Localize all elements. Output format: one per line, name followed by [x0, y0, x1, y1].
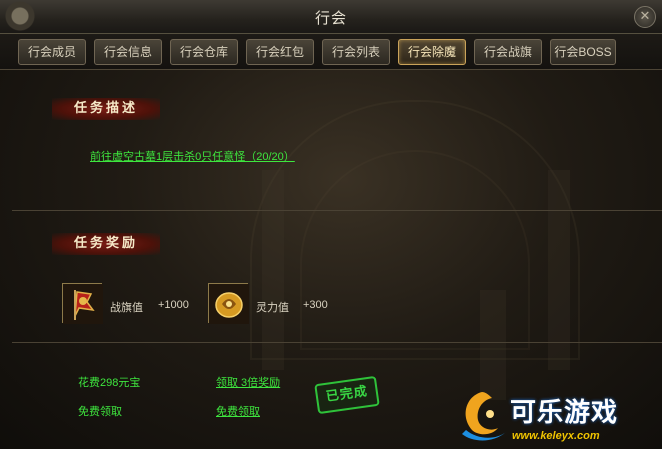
war-flag-label: 战旗值 [110, 302, 143, 314]
close-icon: ✕ [639, 9, 651, 24]
tab-guild-red-packet[interactable]: 行会红包 [246, 39, 314, 65]
spirit-power-label: 灵力值 [256, 302, 289, 314]
spirit-power-value: +300 [303, 299, 328, 311]
free-claim-link[interactable]: 免费领取 [216, 403, 260, 419]
tab-guild-boss[interactable]: 行会BOSS [550, 39, 616, 65]
guild-window: 行会 行会成员 行会信息 行会仓库 行会红包 行会列表 行会除魔 行会战旗 行会… [0, 0, 662, 449]
watermark-brand: 可乐游戏 [510, 398, 619, 428]
swirl-logo-icon [462, 392, 506, 441]
tab-bar: 行会成员 行会信息 行会仓库 行会红包 行会列表 行会除魔 行会战旗 行会BOS… [0, 34, 662, 70]
tab-guild-members[interactable]: 行会成员 [18, 39, 86, 65]
keleyx-watermark-logo: 可乐游戏 www.keleyx.com [448, 384, 662, 449]
tab-guild-info[interactable]: 行会信息 [94, 39, 162, 65]
completed-stamp: 已完成 [314, 375, 380, 415]
close-button[interactable]: ✕ [634, 6, 656, 28]
spirit-power-icon[interactable] [208, 283, 249, 324]
tab-guild-warehouse[interactable]: 行会仓库 [170, 39, 238, 65]
tab-guild-war-flag[interactable]: 行会战旗 [474, 39, 542, 65]
task-description-section: 任务描述 [12, 70, 662, 211]
title-bar: 行会 [0, 0, 662, 34]
task-description-link[interactable]: 前往虚空古墓1层击杀0只任意怪（20/20） [90, 148, 295, 164]
tab-guild-list[interactable]: 行会列表 [322, 39, 390, 65]
claim-triple-reward-link[interactable]: 领取 3倍奖励 [216, 374, 280, 390]
war-flag-icon[interactable] [62, 283, 103, 324]
tab-guild-demon-slaying[interactable]: 行会除魔 [398, 39, 466, 65]
task-rewards-title: 任务奖励 [52, 233, 160, 255]
window-title: 行会 [314, 9, 347, 27]
war-flag-value: +1000 [158, 299, 189, 311]
watermark-url: www.keleyx.com [512, 430, 600, 442]
free-claim-label: 免费领取 [78, 406, 122, 418]
triple-reward-cost-label: 花费298元宝 [78, 377, 141, 389]
task-description-title: 任务描述 [52, 98, 160, 120]
task-rewards-section: 任务奖励 [12, 211, 662, 343]
